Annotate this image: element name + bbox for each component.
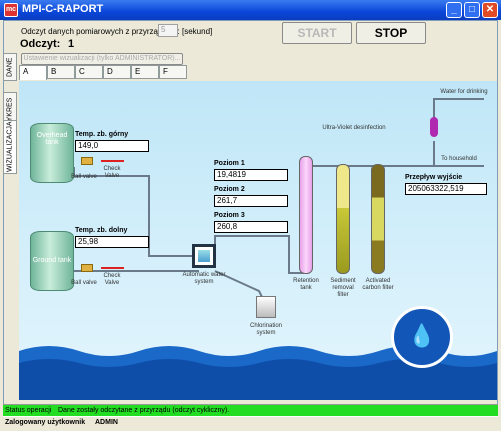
check-valve-bottom-label: Check Valve bbox=[103, 273, 121, 286]
user-bar: Zalogowany użytkownik ADMIN bbox=[3, 416, 498, 428]
status-label: Status operacji bbox=[5, 407, 52, 414]
overhead-tank-label: Overhead tank bbox=[36, 132, 68, 146]
water-drops-icon: 💧 bbox=[391, 306, 453, 368]
ground-tank-label: Ground tank bbox=[32, 257, 72, 264]
interval-input[interactable]: 5 bbox=[158, 24, 178, 37]
flow-label: Przepływ wyjście bbox=[405, 174, 463, 181]
tab-dane[interactable]: DANE bbox=[3, 53, 17, 81]
ball-valve-top[interactable] bbox=[81, 157, 93, 165]
tab-d[interactable]: D bbox=[103, 65, 131, 79]
tab-a[interactable]: A bbox=[19, 65, 47, 80]
level1-label: Poziom 1 bbox=[214, 160, 245, 167]
temp-bottom-value: 25,98 bbox=[75, 236, 149, 248]
title-bar: mc MPI-C-RAPORT _ □ ✕ bbox=[0, 0, 501, 20]
chlorination-system-label: Chlorination system bbox=[249, 323, 283, 336]
tab-f[interactable]: F bbox=[159, 65, 187, 79]
chlorination-system[interactable] bbox=[256, 296, 276, 318]
app-icon: mc bbox=[4, 3, 18, 17]
automatic-water-system[interactable] bbox=[192, 244, 216, 268]
minimize-button[interactable]: _ bbox=[446, 2, 462, 18]
pipe-drinking bbox=[433, 98, 484, 131]
window-title: MPI-C-RAPORT bbox=[22, 3, 104, 15]
reading-value: 1 bbox=[68, 38, 75, 50]
user-label: Zalogowany użytkownik bbox=[5, 419, 86, 426]
uv-label: Ultra-Violet desinfection bbox=[322, 125, 386, 131]
sediment-filter bbox=[336, 164, 350, 274]
reading-label: Odczyt: bbox=[20, 38, 61, 50]
water-system-diagram: Overhead tank Ground tank Ball valve Che… bbox=[19, 81, 497, 400]
settings-button[interactable]: Ustawienie wizualizacji (tylko ADMINISTR… bbox=[21, 53, 183, 65]
flow-value: 205063322,519 bbox=[405, 183, 487, 195]
temp-top-label: Temp. zb. górny bbox=[75, 131, 129, 138]
retention-tank-label: Retention tank bbox=[293, 278, 319, 291]
pipe-top bbox=[301, 160, 434, 167]
tab-wizualizacja[interactable]: WIZUALIZACJA bbox=[3, 120, 17, 174]
level3-value: 260,8 bbox=[214, 221, 288, 233]
automatic-water-system-label: Automatic water system bbox=[182, 272, 226, 285]
start-button[interactable]: START bbox=[282, 22, 352, 44]
tab-b[interactable]: B bbox=[47, 65, 75, 79]
ball-valve-top-label: Ball valve bbox=[71, 174, 97, 180]
stop-button[interactable]: STOP bbox=[356, 22, 426, 44]
water-drinking-label: Water for drinking bbox=[440, 89, 488, 95]
interval-unit: [sekund] bbox=[182, 27, 213, 36]
level3-label: Poziom 3 bbox=[214, 212, 245, 219]
ball-valve-bottom-label: Ball valve bbox=[71, 280, 97, 286]
pipe-to-retention bbox=[214, 235, 304, 274]
maximize-button[interactable]: □ bbox=[464, 2, 480, 18]
carbon-filter-label: Activated carbon filter bbox=[362, 278, 394, 291]
to-household-label: To household bbox=[441, 156, 477, 162]
status-message: Dane zostały odczytane z przyrządu (odcz… bbox=[58, 407, 230, 414]
uv-lamp bbox=[430, 117, 438, 137]
tab-e[interactable]: E bbox=[131, 65, 159, 79]
check-valve-top-label: Check Valve bbox=[103, 166, 121, 179]
interval-label: Odczyt danych pomiarowych z przyrządu co… bbox=[21, 27, 180, 36]
status-bar: Status operacji Dane zostały odczytane z… bbox=[3, 404, 498, 416]
tab-c[interactable]: C bbox=[75, 65, 103, 79]
ball-valve-bottom[interactable] bbox=[81, 264, 93, 272]
temp-top-value: 149,0 bbox=[75, 140, 149, 152]
level2-label: Poziom 2 bbox=[214, 186, 245, 193]
close-button[interactable]: ✕ bbox=[482, 2, 498, 18]
temp-bottom-label: Temp. zb. dolny bbox=[75, 227, 128, 234]
sediment-filter-label: Sediment removal filter bbox=[330, 278, 356, 298]
retention-tank bbox=[299, 156, 313, 274]
user-name: ADMIN bbox=[95, 419, 118, 426]
level1-value: 19,4819 bbox=[214, 169, 288, 181]
level2-value: 261,7 bbox=[214, 195, 288, 207]
carbon-filter bbox=[371, 164, 385, 274]
